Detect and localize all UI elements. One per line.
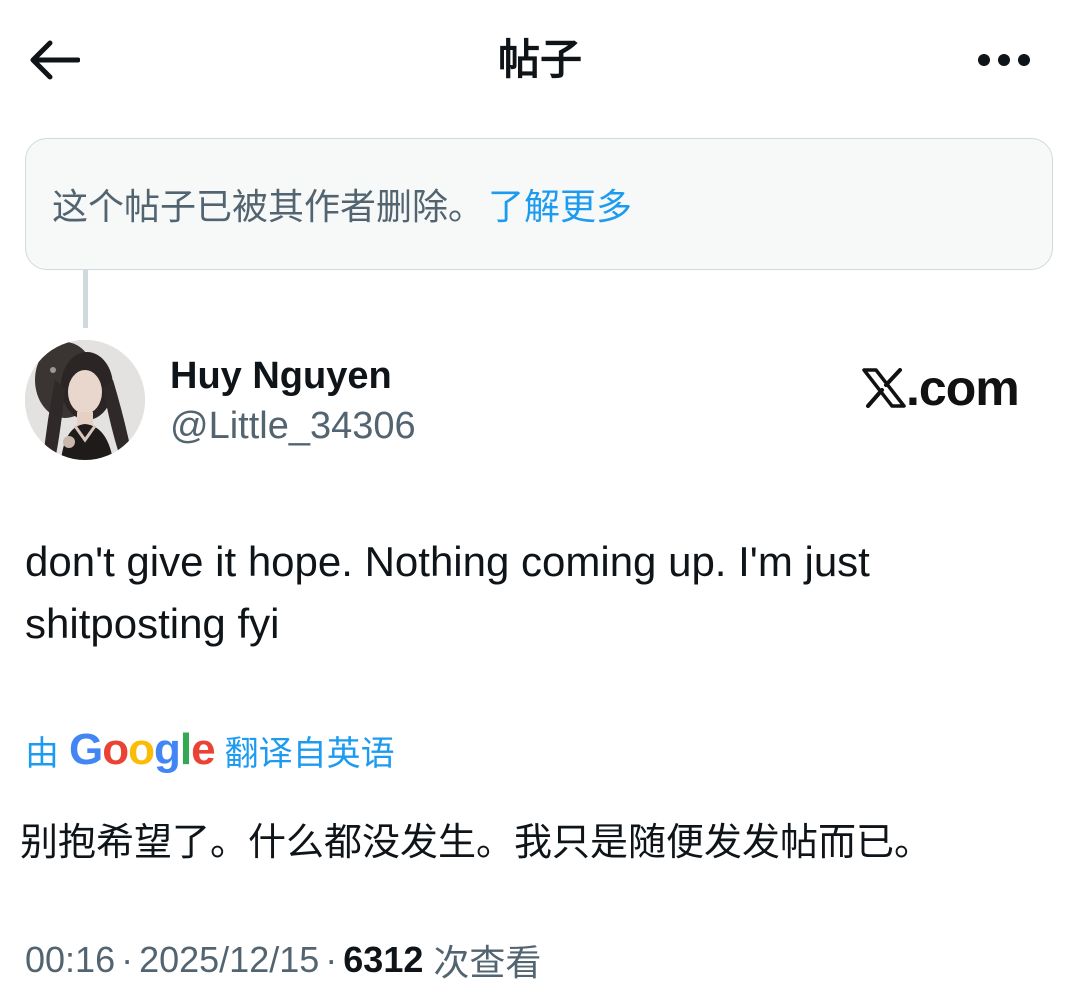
post-date[interactable]: 2025/12/15 xyxy=(139,939,319,981)
more-options-button[interactable] xyxy=(966,30,1042,90)
more-horizontal-icon xyxy=(978,54,1030,66)
google-logo: Google xyxy=(69,725,216,774)
separator-dot: · xyxy=(121,939,134,980)
learn-more-link[interactable]: 了解更多 xyxy=(488,178,632,230)
page-title: 帖子 xyxy=(497,35,582,84)
separator-dot: · xyxy=(325,939,338,980)
deleted-post-notice: 这个帖子已被其作者删除。 了解更多 xyxy=(25,138,1053,270)
translation-suffix: 翻译自英语 xyxy=(224,733,395,774)
post-text: don't give it hope. Nothing coming up. I… xyxy=(25,538,870,647)
watermark-dot: . xyxy=(906,360,920,416)
top-bar: 帖子 xyxy=(0,0,1080,120)
author-handle[interactable]: @Little_34306 xyxy=(170,403,416,449)
post-meta: 00:16 · 2025/12/15 · 6312 次查看 xyxy=(25,932,541,988)
author-display-name[interactable]: Huy Nguyen xyxy=(170,352,392,400)
translated-post-text: 别抱希望了。什么都没发生。我只是随便发发帖而已。 xyxy=(20,820,933,864)
views-count[interactable]: 6312 xyxy=(343,939,423,981)
translation-prefix: 由 xyxy=(25,733,59,774)
post-time[interactable]: 00:16 xyxy=(25,939,115,981)
avatar[interactable] xyxy=(25,340,145,460)
thread-connector-line xyxy=(83,270,88,328)
x-logo-icon xyxy=(862,368,906,408)
translation-attribution[interactable]: 由 Google 翻译自英语 xyxy=(25,722,395,778)
views-label: 次查看 xyxy=(433,943,542,984)
x-com-watermark: . com xyxy=(862,360,1020,416)
deleted-notice-text: 这个帖子已被其作者删除。 xyxy=(52,187,485,228)
watermark-text: com xyxy=(918,360,1020,416)
avatar-image xyxy=(25,340,145,460)
